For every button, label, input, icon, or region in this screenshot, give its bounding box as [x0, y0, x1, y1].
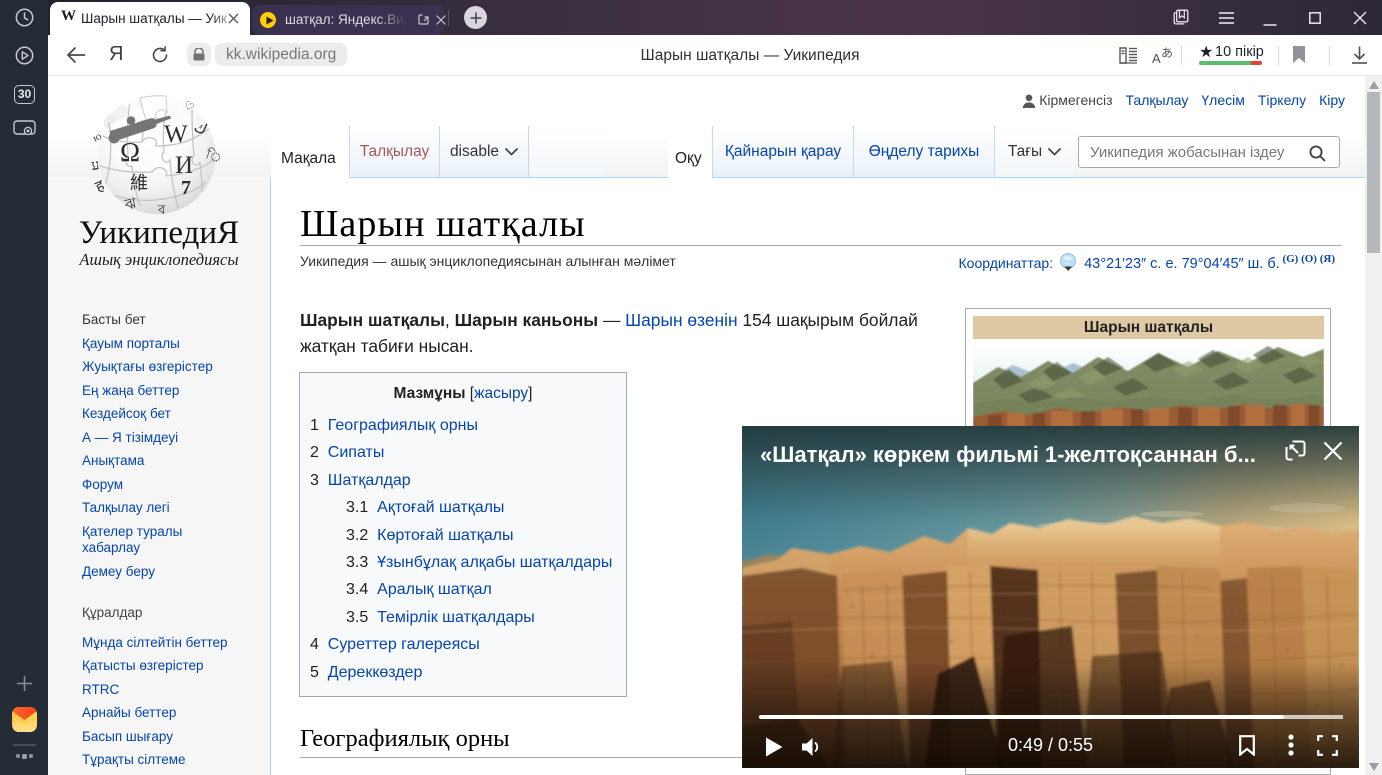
- svg-text:ব: ব: [157, 202, 166, 216]
- svg-text:7: 7: [181, 177, 191, 199]
